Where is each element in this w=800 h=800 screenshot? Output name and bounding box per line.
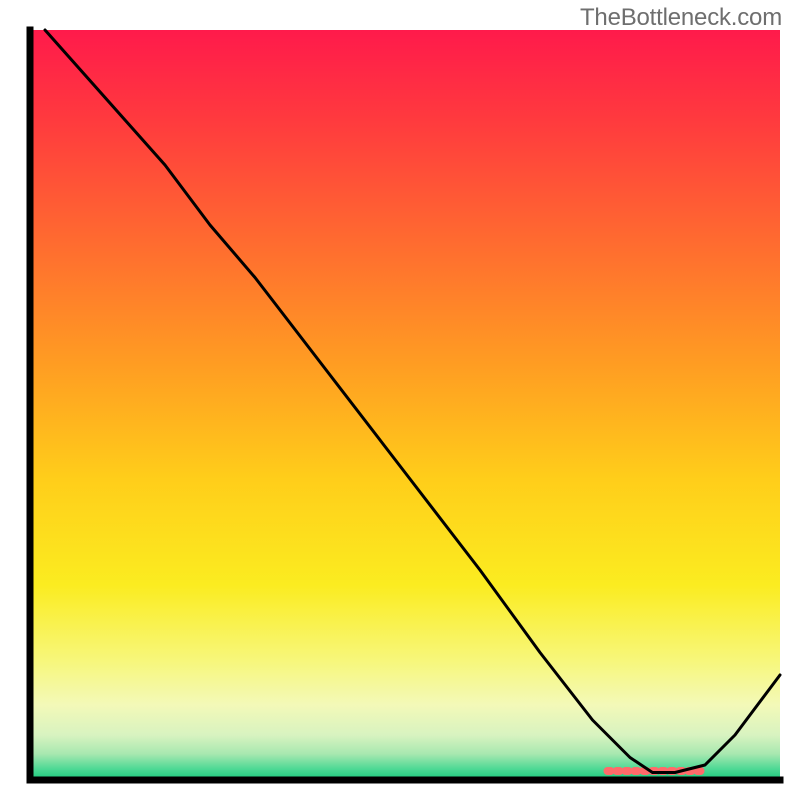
- line-chart: [0, 0, 800, 800]
- chart-container: TheBottleneck.com: [0, 0, 800, 800]
- gradient-background: [30, 30, 780, 780]
